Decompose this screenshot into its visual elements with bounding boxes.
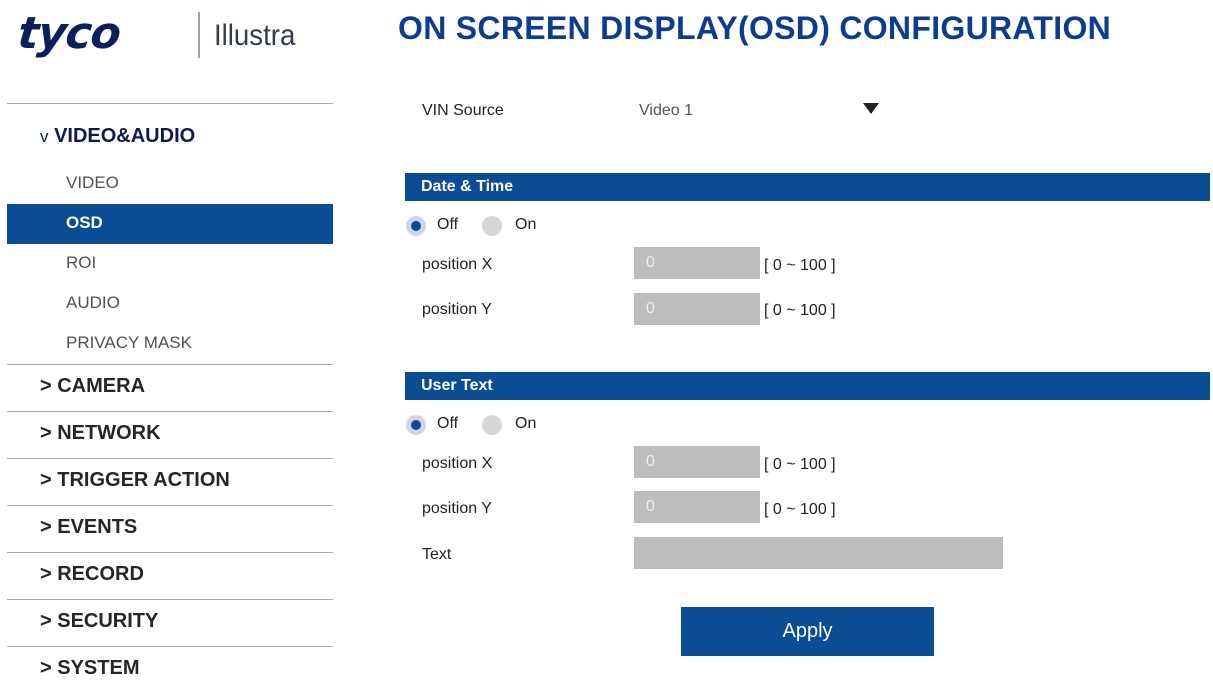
user-text-pos-y-range: [ 0 ~ 100 ] [764,501,836,518]
vin-source-label: VIN Source [422,102,504,119]
sidebar-item-audio[interactable]: AUDIO [7,284,333,324]
date-time-pos-x-range: [ 0 ~ 100 ] [764,257,836,274]
sidebar-section-security[interactable]: > SECURITY [7,600,333,646]
dropdown-arrow-icon[interactable] [863,103,879,114]
date-time-pos-y-label: position Y [422,301,492,318]
logo-divider [198,12,200,58]
vin-source-select[interactable]: Video 1 [639,102,693,120]
date-time-pos-y-range: [ 0 ~ 100 ] [764,302,836,319]
user-text-header: User Text [405,372,1210,400]
date-time-off-radio[interactable] [406,216,426,236]
sidebar-section-trigger-action[interactable]: > TRIGGER ACTION [7,459,333,505]
chevron-down-icon: v [40,127,49,146]
sidebar-item-osd[interactable]: OSD [7,204,333,244]
sidebar-section-network[interactable]: > NETWORK [7,412,333,458]
user-text-pos-x-range: [ 0 ~ 100 ] [764,456,836,473]
date-time-pos-x-label: position X [422,256,493,273]
apply-button[interactable]: Apply [681,607,934,656]
sidebar-nav: v VIDEO&AUDIO VIDEO OSD ROI AUDIO PRIVAC… [7,103,333,693]
user-text-pos-x-input[interactable]: 0 [634,446,760,478]
sidebar-section-label: VIDEO&AUDIO [54,125,196,147]
brand-logo: tyco Illustra [15,8,338,68]
sidebar-section-video-audio[interactable]: v VIDEO&AUDIO [7,104,333,164]
date-time-pos-y-input[interactable]: 0 [634,293,760,325]
date-time-header: Date & Time [405,173,1210,201]
sidebar-item-privacy-mask[interactable]: PRIVACY MASK [7,324,333,364]
user-text-pos-y-label: position Y [422,500,492,517]
user-text-off-label: Off [437,415,459,432]
date-time-pos-x-input[interactable]: 0 [634,247,760,279]
user-text-text-input[interactable] [634,537,1003,569]
user-text-pos-x-label: position X [422,455,493,472]
user-text-off-radio[interactable] [406,415,426,435]
user-text-on-label: On [515,415,537,432]
date-time-on-label: On [515,216,537,233]
sidebar-item-roi[interactable]: ROI [7,244,333,284]
user-text-pos-y-input[interactable]: 0 [634,491,760,523]
user-text-text-label: Text [422,546,452,563]
logo-product: Illustra [214,19,296,52]
logo-brand: tyco [15,8,123,59]
user-text-on-radio[interactable] [482,415,502,435]
sidebar-section-record[interactable]: > RECORD [7,553,333,599]
sidebar-section-camera[interactable]: > CAMERA [7,365,333,411]
sidebar-item-video[interactable]: VIDEO [7,164,333,204]
date-time-off-label: Off [437,216,459,233]
osd-config-panel: VIN Source Video 1 Date & Time Off On po… [405,0,1210,687]
sidebar-section-events[interactable]: > EVENTS [7,506,333,552]
date-time-on-radio[interactable] [482,216,502,236]
sidebar-section-system[interactable]: > SYSTEM [7,647,333,693]
